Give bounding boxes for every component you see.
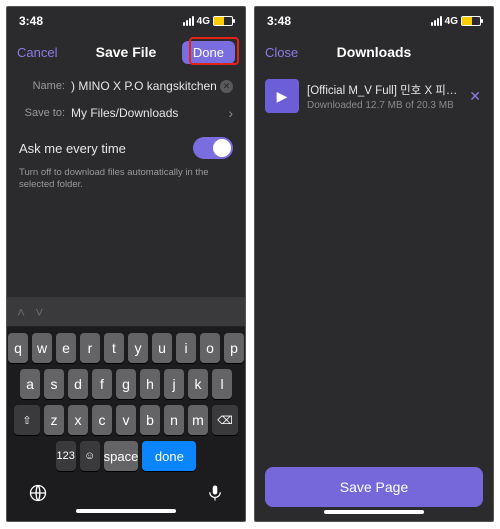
key-emoji[interactable]: ☺ xyxy=(80,441,100,471)
saveto-value: My Files/Downloads xyxy=(71,106,224,120)
key-n[interactable]: n xyxy=(164,405,184,435)
remove-download-icon[interactable]: ✕ xyxy=(467,88,483,105)
key-x[interactable]: x xyxy=(68,405,88,435)
key-y[interactable]: y xyxy=(128,333,148,363)
keyboard-accessory: ˄ ˅ xyxy=(7,297,245,327)
key-q[interactable]: q xyxy=(8,333,28,363)
key-z[interactable]: z xyxy=(44,405,64,435)
download-title: [Official M_V Full] 민호 X 피오 - 쓰담쓰담 (… xyxy=(307,82,459,98)
name-input[interactable]: ) MINO X P.O kangskitchen2 Main Theme.r xyxy=(71,79,216,93)
next-field-icon[interactable]: ˅ xyxy=(35,304,43,320)
key-v[interactable]: v xyxy=(116,405,136,435)
screen-save-file: 3:48 4G Cancel Save File Done Name: ) MI… xyxy=(6,6,246,522)
nav-bar: Cancel Save File Done xyxy=(7,35,245,69)
status-bar: 3:48 4G xyxy=(7,7,245,35)
download-texts: [Official M_V Full] 민호 X 피오 - 쓰담쓰담 (… Do… xyxy=(307,82,459,111)
nav-title: Save File xyxy=(77,44,175,60)
save-page-button[interactable]: Save Page xyxy=(265,467,483,507)
status-right: 4G xyxy=(183,16,233,27)
key-f[interactable]: f xyxy=(92,369,112,399)
key-p[interactable]: p xyxy=(224,333,244,363)
prev-field-icon[interactable]: ˄ xyxy=(17,304,25,320)
key-d[interactable]: d xyxy=(68,369,88,399)
saveto-label: Save to: xyxy=(19,107,71,119)
close-button[interactable]: Close xyxy=(265,45,325,60)
home-indicator[interactable] xyxy=(76,509,176,513)
key-j[interactable]: j xyxy=(164,369,184,399)
download-item[interactable]: ▶ [Official M_V Full] 민호 X 피오 - 쓰담쓰담 (… … xyxy=(255,69,493,123)
key-m[interactable]: m xyxy=(188,405,208,435)
keyboard: qwertyuiop asdfghjkl ⇧zxcvbnm⌫ 123 ☺ spa… xyxy=(7,327,245,521)
key-row-4: 123 ☺ space done xyxy=(10,441,242,471)
status-time: 3:48 xyxy=(267,14,291,28)
keyboard-area: ˄ ˅ qwertyuiop asdfghjkl ⇧zxcvbnm⌫ 123 ☺… xyxy=(7,297,245,521)
save-file-form: Name: ) MINO X P.O kangskitchen2 Main Th… xyxy=(7,69,245,192)
screen-downloads: 3:48 4G Close Downloads ▶ [Official M_V … xyxy=(254,6,494,522)
ask-toggle-label: Ask me every time xyxy=(19,141,126,156)
key-i[interactable]: i xyxy=(176,333,196,363)
key-u[interactable]: u xyxy=(152,333,172,363)
done-button[interactable]: Done xyxy=(182,41,235,64)
key-space[interactable]: space xyxy=(104,441,139,471)
clear-text-icon[interactable]: ✕ xyxy=(220,80,233,93)
nav-title: Downloads xyxy=(325,44,423,60)
signal-icon xyxy=(183,16,194,26)
key-h[interactable]: h xyxy=(140,369,160,399)
home-indicator[interactable] xyxy=(324,510,424,514)
globe-icon[interactable] xyxy=(28,483,48,503)
key-row-1: qwertyuiop xyxy=(10,333,242,363)
play-icon: ▶ xyxy=(265,79,299,113)
key-⇧[interactable]: ⇧ xyxy=(14,405,40,435)
mic-icon[interactable] xyxy=(206,483,224,503)
ask-hint: Turn off to download files automatically… xyxy=(7,163,245,192)
key-l[interactable]: l xyxy=(212,369,232,399)
keyboard-bottom xyxy=(10,477,242,505)
signal-icon xyxy=(431,16,442,26)
key-123[interactable]: 123 xyxy=(56,441,76,471)
key-b[interactable]: b xyxy=(140,405,160,435)
saveto-row[interactable]: Save to: My Files/Downloads › xyxy=(7,99,245,127)
name-row: Name: ) MINO X P.O kangskitchen2 Main Th… xyxy=(7,73,245,99)
key-k[interactable]: k xyxy=(188,369,208,399)
cancel-button[interactable]: Cancel xyxy=(17,45,77,60)
key-w[interactable]: w xyxy=(32,333,52,363)
battery-icon xyxy=(461,16,481,26)
key-g[interactable]: g xyxy=(116,369,136,399)
chevron-right-icon: › xyxy=(228,105,233,121)
ask-toggle-row: Ask me every time xyxy=(7,127,245,163)
key-e[interactable]: e xyxy=(56,333,76,363)
key-done[interactable]: done xyxy=(142,441,196,471)
key-s[interactable]: s xyxy=(44,369,64,399)
nav-bar: Close Downloads xyxy=(255,35,493,69)
network-label: 4G xyxy=(445,16,458,27)
key-row-2: asdfghjkl xyxy=(10,369,242,399)
key-c[interactable]: c xyxy=(92,405,112,435)
ask-toggle[interactable] xyxy=(193,137,233,159)
status-time: 3:48 xyxy=(19,14,43,28)
key-o[interactable]: o xyxy=(200,333,220,363)
name-label: Name: xyxy=(19,80,71,92)
key-⌫[interactable]: ⌫ xyxy=(212,405,238,435)
key-a[interactable]: a xyxy=(20,369,40,399)
key-t[interactable]: t xyxy=(104,333,124,363)
status-bar: 3:48 4G xyxy=(255,7,493,35)
key-row-3: ⇧zxcvbnm⌫ xyxy=(10,405,242,435)
network-label: 4G xyxy=(197,16,210,27)
key-r[interactable]: r xyxy=(80,333,100,363)
battery-icon xyxy=(213,16,233,26)
download-subtitle: Downloaded 12.7 MB of 20.3 MB xyxy=(307,100,459,111)
